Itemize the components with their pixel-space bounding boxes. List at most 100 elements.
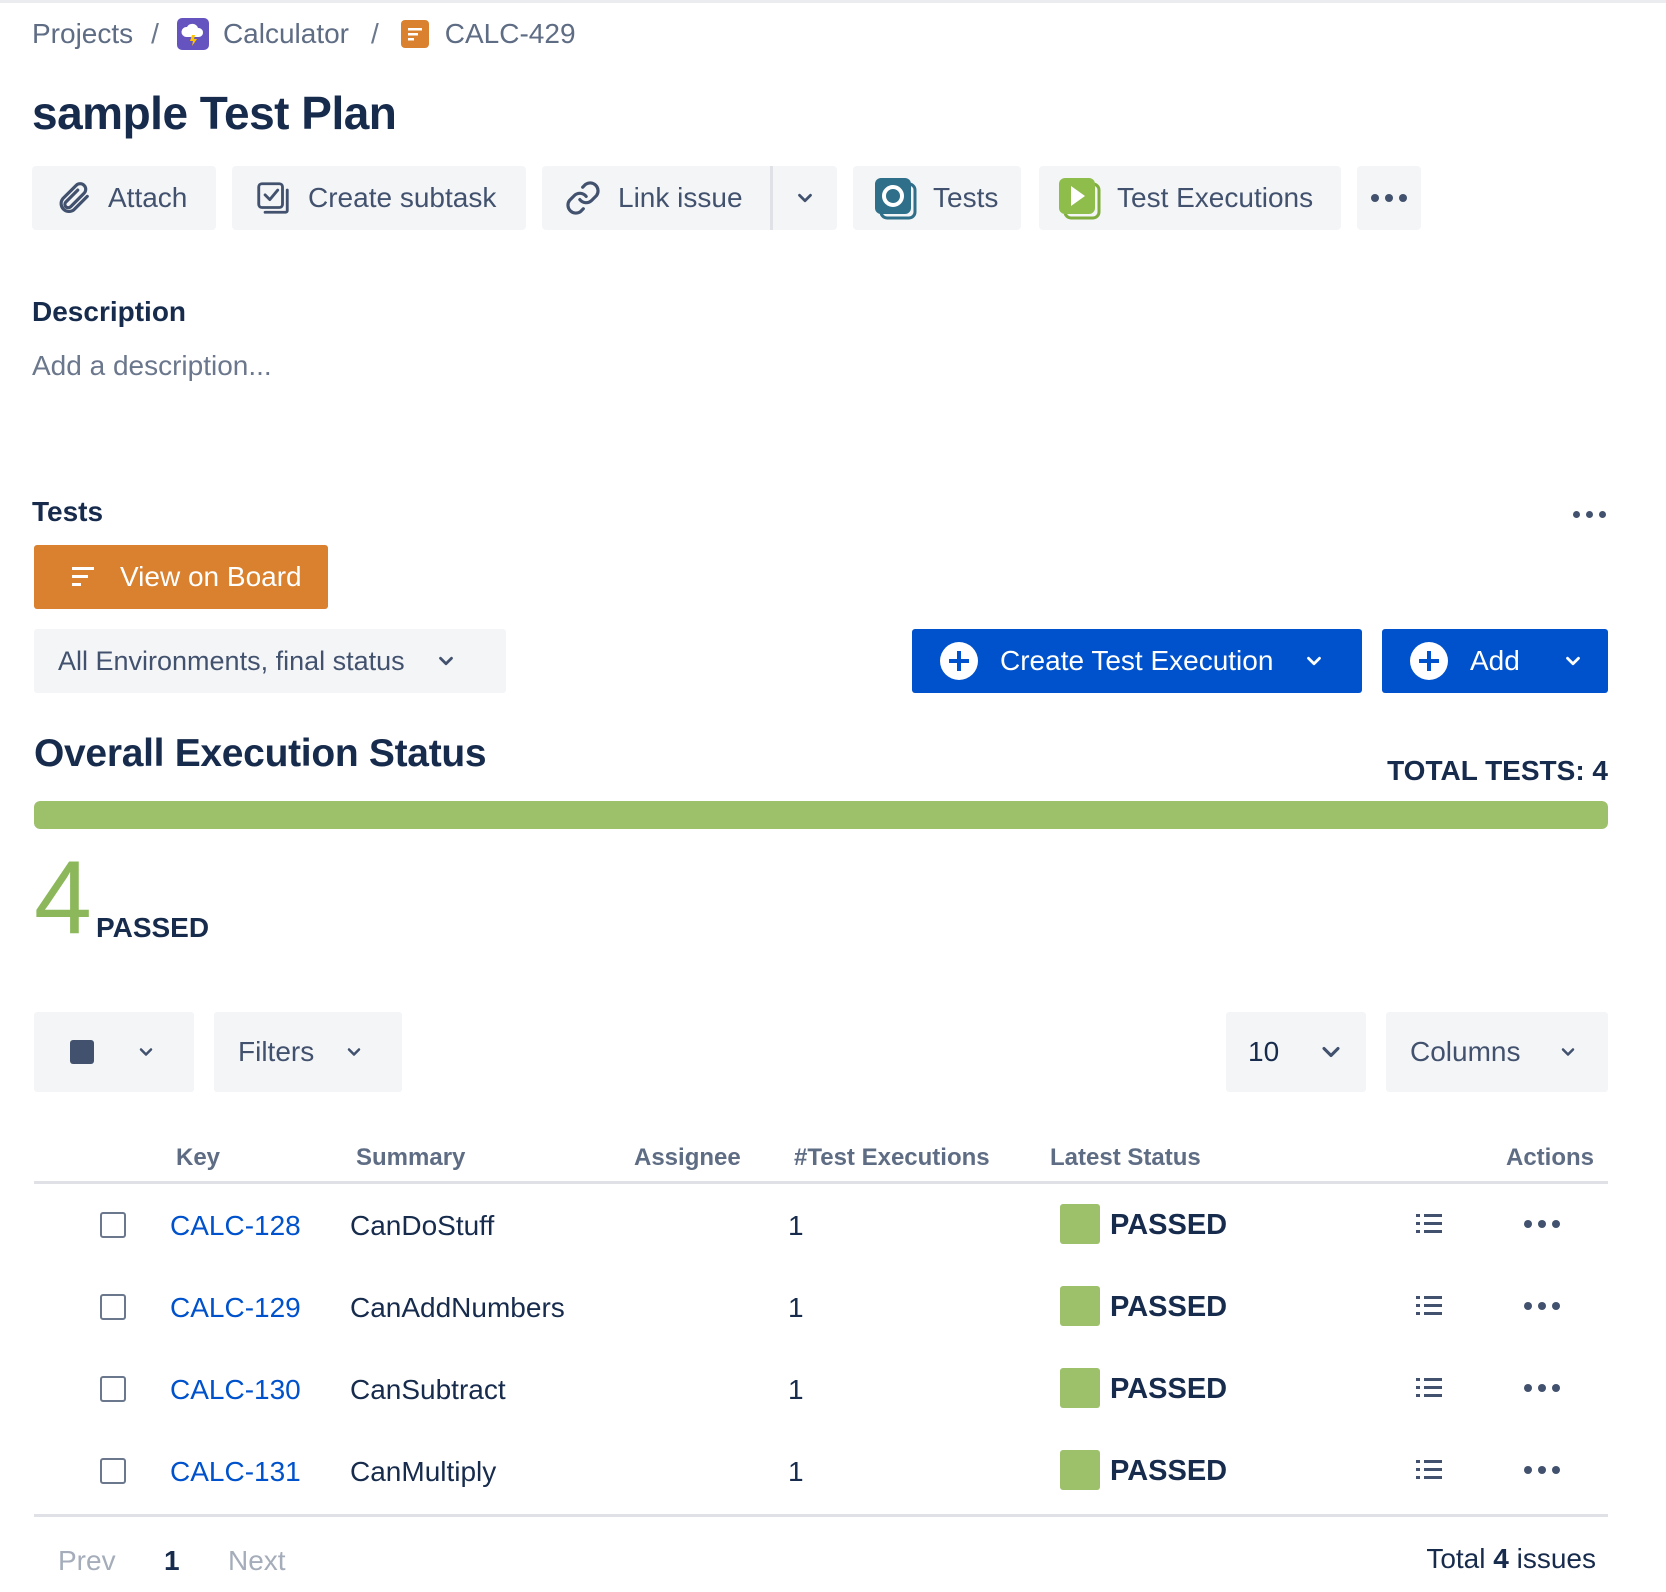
prev-page-button[interactable]: Prev [58,1545,116,1577]
view-on-board-button[interactable]: View on Board [34,545,328,609]
total-issues-suffix: issues [1516,1543,1596,1574]
row-latest-status: PASSED [1110,1373,1228,1405]
top-border [0,0,1666,3]
breadcrumb-separator: / [371,18,379,49]
row-key-link[interactable]: CALC-130 [170,1374,301,1406]
column-header-assignee[interactable]: Assignee [634,1144,741,1172]
create-test-execution-button[interactable]: Create Test Execution [912,629,1362,693]
row-key-link[interactable]: CALC-128 [170,1210,301,1242]
paperclip-icon [59,182,89,214]
view-on-board-label: View on Board [120,561,302,592]
column-header-actions: Actions [1506,1144,1595,1171]
status-passed-swatch [1060,1450,1100,1490]
columns-dropdown[interactable]: Columns [1386,1012,1608,1092]
tests-button[interactable]: Tests [853,166,1021,230]
columns-label: Columns [1410,1036,1521,1067]
add-tests-button[interactable]: Add [1382,629,1608,693]
calculator-project-icon [176,18,209,50]
create-subtask-label: Create subtask [308,182,497,213]
table-footer-divider [34,1514,1608,1517]
board-filter-icon [72,567,94,586]
execution-details-icon[interactable] [1416,1294,1442,1323]
passed-count-label: PASSED [96,912,210,943]
more-icon [1371,194,1407,202]
breadcrumb-issue[interactable]: CALC-429 [445,18,576,50]
row-more-actions-icon[interactable] [1524,1466,1560,1474]
row-more-actions-icon[interactable] [1524,1302,1560,1310]
row-latest-status: PASSED [1110,1209,1228,1241]
plus-circle-icon [940,642,978,680]
row-latest-status: PASSED [1110,1455,1228,1487]
chevron-down-icon [1565,656,1580,666]
column-header-test-executions[interactable]: #Test Executions [794,1144,990,1172]
current-page[interactable]: 1 [164,1545,180,1577]
breadcrumb-project[interactable]: Calculator [223,18,349,50]
row-key-link[interactable]: CALC-131 [170,1456,301,1488]
environment-select[interactable]: All Environments, final status [34,629,506,693]
table-row: CALC-128 CanDoStuff 1 PASSED [34,1200,1608,1282]
test-plan-issue-icon [400,20,429,48]
execution-details-icon[interactable] [1416,1458,1442,1487]
chevron-down-icon [1307,656,1322,666]
tests-section-more-icon[interactable] [1573,511,1606,518]
description-field[interactable]: Add a description... [32,350,272,382]
link-issue-dropdown-button[interactable] [773,166,837,230]
column-header-latest-status[interactable]: Latest Status [1050,1144,1201,1172]
row-test-executions: 1 [788,1210,804,1241]
row-more-actions-icon[interactable] [1524,1384,1560,1392]
row-test-executions: 1 [788,1456,804,1487]
total-issues-prefix: Total [1426,1543,1486,1574]
row-checkbox[interactable] [100,1376,126,1402]
total-issues-count: 4 [1493,1543,1509,1574]
bulk-select-dropdown[interactable] [34,1012,194,1092]
row-summary: CanAddNumbers [350,1292,565,1323]
status-passed-swatch [1060,1286,1100,1326]
create-subtask-button[interactable]: Create subtask [232,166,526,230]
row-checkbox[interactable] [100,1294,126,1320]
row-summary: CanMultiply [350,1456,497,1487]
execution-progress-bar [34,801,1608,829]
column-header-key[interactable]: Key [176,1144,220,1172]
next-page-button[interactable]: Next [228,1545,286,1577]
more-actions-button[interactable] [1357,166,1421,230]
attach-button[interactable]: Attach [32,166,216,230]
row-test-executions: 1 [788,1292,804,1323]
tests-label: Tests [933,182,999,213]
passed-count: 4 [34,840,92,956]
breadcrumb-projects[interactable]: Projects [32,18,133,50]
page-size-select[interactable]: 10 [1226,1012,1366,1092]
link-issue-button[interactable]: Link issue [542,166,770,230]
bulk-select-checkbox-icon [70,1040,94,1064]
chevron-down-icon [1562,1048,1575,1056]
chevron-down-icon [798,193,812,203]
attach-label: Attach [108,182,188,213]
filters-dropdown[interactable]: Filters [214,1012,402,1092]
row-summary: CanSubtract [350,1374,506,1405]
execution-details-icon[interactable] [1416,1376,1442,1405]
test-executions-app-icon [1059,178,1101,220]
test-executions-button[interactable]: Test Executions [1039,166,1341,230]
table-row: CALC-130 CanSubtract 1 PASSED [34,1364,1608,1446]
tests-heading: Tests [32,496,104,527]
link-issue-label: Link issue [618,182,743,213]
total-issues: Total 4 issues [1426,1543,1596,1575]
breadcrumb: Projects / Calculator / CALC-429 [32,14,576,54]
page-title: sample Test Plan [32,87,397,139]
execution-progress-passed [34,801,1608,829]
overall-execution-heading: Overall Execution Status [34,732,487,775]
row-more-actions-icon[interactable] [1524,1220,1560,1228]
environment-select-value: All Environments, final status [58,645,405,676]
column-header-summary[interactable]: Summary [356,1144,465,1172]
chevron-down-icon [347,1048,361,1056]
row-checkbox[interactable] [100,1458,126,1484]
page-size-value: 10 [1248,1036,1280,1067]
execution-details-icon[interactable] [1416,1212,1442,1241]
row-checkbox[interactable] [100,1212,126,1238]
test-executions-label: Test Executions [1117,182,1314,213]
total-tests-label: TOTAL TESTS: 4 [1387,755,1608,786]
row-latest-status: PASSED [1110,1291,1228,1323]
subtask-icon [257,182,289,214]
chevron-down-icon [438,656,453,666]
row-key-link[interactable]: CALC-129 [170,1292,301,1324]
status-passed-swatch [1060,1368,1100,1408]
